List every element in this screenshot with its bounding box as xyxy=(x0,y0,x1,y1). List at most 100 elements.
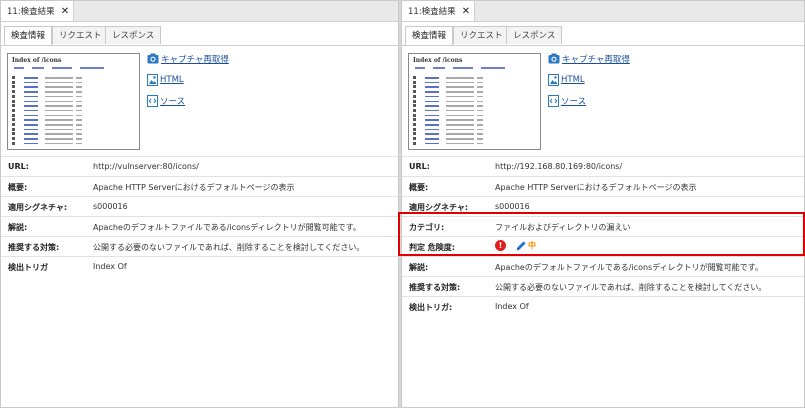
close-icon[interactable]: ✕ xyxy=(61,6,69,17)
thumbnail-row xyxy=(413,137,493,141)
capture-thumbnail[interactable]: Index of /icons xyxy=(7,53,140,150)
signature-row: 適用シグネチャ: s000016 xyxy=(1,196,398,216)
thumbnail-row xyxy=(12,108,92,112)
thumbnail-row xyxy=(413,108,493,112)
countermeasure-row: 推奨する対策: 公開する必要のないファイルであれば、削除することを検討してください… xyxy=(1,236,398,256)
thumbnail-row xyxy=(12,127,92,131)
signature-value: s000016 xyxy=(495,202,530,211)
tab-response[interactable]: レスポンス xyxy=(506,26,563,44)
document-tab-bar: 11:検査結果 ✕ xyxy=(1,1,398,22)
signature-label: 適用シグネチャ: xyxy=(8,203,68,212)
code-file-icon xyxy=(147,94,158,107)
recapture-link[interactable]: キャプチャ再取得 xyxy=(548,52,630,65)
source-link[interactable]: ソース xyxy=(147,94,229,107)
thumbnail-row xyxy=(413,104,493,108)
sub-tab-bar: 検査情報 リクエスト レスポンス xyxy=(402,26,804,46)
trigger-row: 検出トリガ: Index Of xyxy=(402,296,804,316)
tab-request[interactable]: リクエスト xyxy=(453,26,510,44)
camera-icon xyxy=(147,53,159,64)
thumbnail-row xyxy=(413,99,493,103)
tab-inspection-info[interactable]: 検査情報 xyxy=(405,26,454,45)
thumbnail-row xyxy=(413,118,493,122)
thumbnail-row xyxy=(413,123,493,126)
image-file-icon xyxy=(147,73,158,86)
summary-value: Apache HTTP Serverにおけるデフォルトページの表示 xyxy=(495,183,697,192)
thumbnail-row xyxy=(413,80,493,84)
url-label: URL: xyxy=(8,162,29,171)
image-file-icon xyxy=(548,73,559,86)
countermeasure-label: 推奨する対策: xyxy=(8,243,60,252)
summary-label: 概要: xyxy=(409,183,429,192)
thumbnail-row xyxy=(12,132,92,136)
thumbnail-row xyxy=(413,85,493,89)
html-label: HTML xyxy=(561,74,585,85)
thumbnail-row xyxy=(413,90,493,94)
document-tab-bar: 11:検査結果 ✕ xyxy=(402,1,804,22)
document-tab-title: 11:検査結果 xyxy=(408,7,456,17)
recapture-link[interactable]: キャプチャ再取得 xyxy=(147,52,229,65)
trigger-value: Index Of xyxy=(93,262,127,271)
thumbnail-row xyxy=(413,127,493,131)
source-label: ソース xyxy=(561,96,587,107)
summary-label: 概要: xyxy=(8,183,28,192)
summary-row: 概要: Apache HTTP Serverにおけるデフォルトページの表示 xyxy=(1,176,398,196)
document-tab[interactable]: 11:検査結果 ✕ xyxy=(402,1,476,21)
description-label: 解説: xyxy=(8,223,28,232)
signature-value: s000016 xyxy=(93,202,128,211)
thumbnail-row xyxy=(413,113,493,117)
capture-thumbnail[interactable]: Index of /icons xyxy=(408,53,541,150)
thumbnail-table-header xyxy=(14,67,124,71)
close-icon[interactable]: ✕ xyxy=(462,6,470,17)
thumbnail-row xyxy=(12,80,92,84)
thumbnail-row xyxy=(413,76,493,79)
html-link[interactable]: HTML xyxy=(147,73,229,86)
source-label: ソース xyxy=(160,96,186,107)
code-file-icon xyxy=(548,94,559,107)
thumbnail-row xyxy=(12,118,92,122)
thumbnail-row xyxy=(12,90,92,94)
sub-tab-bar: 検査情報 リクエスト レスポンス xyxy=(1,26,398,46)
camera-icon xyxy=(548,53,560,64)
highlight-box xyxy=(398,212,805,256)
thumbnail-row xyxy=(413,94,493,98)
trigger-value: Index Of xyxy=(495,302,529,311)
capture-links: キャプチャ再取得 HTML ソース xyxy=(147,52,229,115)
thumbnail-row xyxy=(12,137,92,141)
thumbnail-row xyxy=(12,99,92,103)
countermeasure-row: 推奨する対策: 公開する必要のないファイルであれば、削除することを検討してください… xyxy=(402,276,804,296)
thumbnail-row xyxy=(12,104,92,108)
trigger-row: 検出トリガ Index Of xyxy=(1,256,398,276)
tab-inspection-info[interactable]: 検査情報 xyxy=(4,26,53,45)
url-value: http://vulnserver:80/icons/ xyxy=(93,162,199,171)
thumbnail-title: Index of /icons xyxy=(12,57,62,64)
thumbnail-row xyxy=(12,123,92,126)
thumbnail-row xyxy=(12,94,92,98)
document-tab[interactable]: 11:検査結果 ✕ xyxy=(1,1,75,21)
description-row: 解説: Apacheのデフォルトファイルである/iconsディレクトリが閲覧可能で… xyxy=(1,216,398,236)
document-tab-title: 11:検査結果 xyxy=(7,7,55,17)
thumbnail-row xyxy=(12,141,92,145)
recapture-label: キャプチャ再取得 xyxy=(161,54,229,65)
thumbnail-row xyxy=(12,113,92,117)
thumbnail-row xyxy=(413,132,493,136)
url-row: URL: http://192.168.80.169:80/icons/ xyxy=(402,156,804,176)
html-label: HTML xyxy=(160,74,184,85)
tab-response[interactable]: レスポンス xyxy=(105,26,162,44)
thumbnail-table-header xyxy=(415,67,525,71)
thumbnail-row xyxy=(12,76,92,79)
countermeasure-value: 公開する必要のないファイルであれば、削除することを検討してください。 xyxy=(495,283,767,292)
trigger-label: 検出トリガ: xyxy=(409,303,453,312)
tab-request[interactable]: リクエスト xyxy=(52,26,109,44)
thumbnail-title: Index of /icons xyxy=(413,57,463,64)
description-value: Apacheのデフォルトファイルである/iconsディレクトリが閲覧可能です。 xyxy=(495,263,763,272)
left-result-panel: 11:検査結果 ✕ 検査情報 リクエスト レスポンス Index of /ico… xyxy=(0,0,399,408)
thumbnail-row xyxy=(12,85,92,89)
html-link[interactable]: HTML xyxy=(548,73,630,86)
url-value: http://192.168.80.169:80/icons/ xyxy=(495,162,623,171)
source-link[interactable]: ソース xyxy=(548,94,630,107)
summary-value: Apache HTTP Serverにおけるデフォルトページの表示 xyxy=(93,183,295,192)
trigger-label: 検出トリガ xyxy=(8,263,48,272)
thumbnail-row xyxy=(413,141,493,145)
right-result-panel: 11:検査結果 ✕ 検査情報 リクエスト レスポンス Index of /ico… xyxy=(401,0,805,408)
url-row: URL: http://vulnserver:80/icons/ xyxy=(1,156,398,176)
